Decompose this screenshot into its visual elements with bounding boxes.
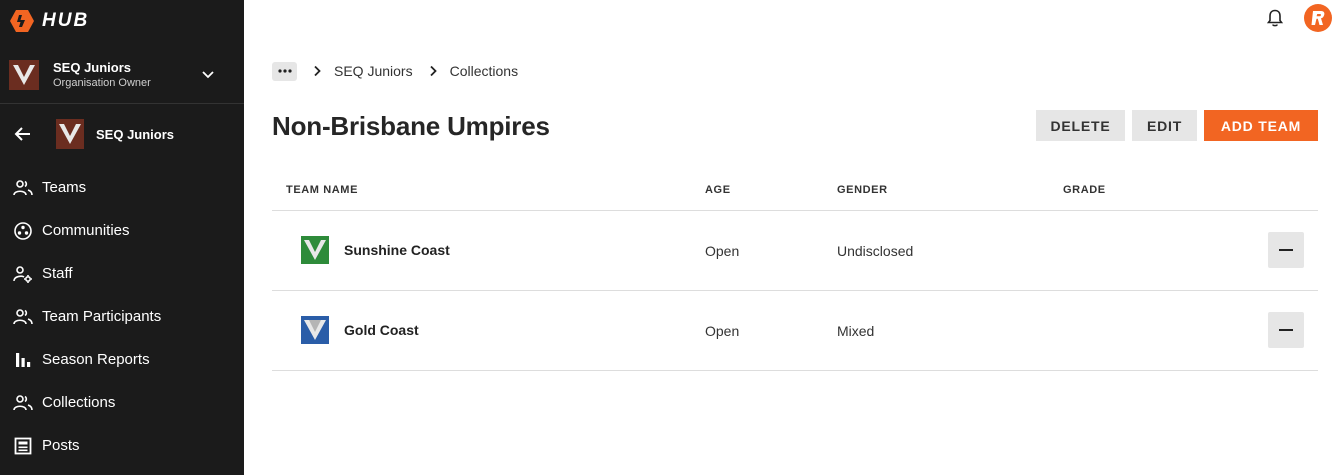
minus-icon bbox=[1279, 329, 1293, 331]
context-chevron-logo-icon bbox=[59, 124, 81, 144]
column-header-age[interactable]: AGE bbox=[705, 184, 731, 196]
team-logo bbox=[301, 236, 329, 264]
chevron-right-icon bbox=[429, 65, 437, 77]
table-header: TEAM NAME AGE GENDER GRADE bbox=[272, 170, 1318, 211]
team-logo bbox=[301, 316, 329, 344]
arrow-left-icon[interactable] bbox=[14, 125, 32, 143]
sidebar-item-label: Teams bbox=[42, 179, 87, 196]
org-logo bbox=[9, 59, 39, 90]
org-name: SEQ Juniors bbox=[53, 59, 132, 75]
team-gender: Undisclosed bbox=[837, 243, 914, 259]
bar-chart-icon bbox=[16, 352, 31, 367]
team-name[interactable]: Gold Coast bbox=[344, 322, 419, 338]
users-icon bbox=[13, 179, 33, 195]
chevron-right-icon bbox=[314, 65, 321, 77]
column-header-team-name[interactable]: TEAM NAME bbox=[286, 184, 358, 196]
column-header-gender[interactable]: GENDER bbox=[837, 184, 888, 196]
table-row[interactable]: Gold Coast Open Mixed bbox=[272, 291, 1318, 371]
org-switcher[interactable]: SEQ Juniors Organisation Owner bbox=[0, 46, 244, 104]
brand-logo[interactable]: HUB bbox=[10, 8, 89, 34]
breadcrumb-item-collections[interactable]: Collections bbox=[450, 63, 518, 79]
sidebar-item-team-participants[interactable]: Team Participants bbox=[0, 295, 244, 338]
sidebar-item-label: Season Reports bbox=[42, 351, 150, 368]
communities-icon bbox=[14, 221, 32, 240]
hub-logo-icon bbox=[10, 10, 34, 32]
more-horizontal-icon bbox=[277, 69, 292, 73]
sidebar-item-teams[interactable]: Teams bbox=[0, 166, 244, 209]
table-row[interactable]: Sunshine Coast Open Undisclosed bbox=[272, 211, 1318, 291]
sidebar-item-label: Posts bbox=[42, 437, 80, 454]
org-role: Organisation Owner bbox=[53, 76, 151, 89]
context-header: SEQ Juniors bbox=[0, 115, 244, 153]
sidebar-item-label: Team Participants bbox=[42, 308, 162, 325]
chevron-down-icon[interactable] bbox=[200, 66, 216, 82]
user-avatar[interactable] bbox=[1304, 4, 1332, 32]
bell-icon[interactable] bbox=[1265, 8, 1285, 28]
brand-text: HUB bbox=[42, 10, 90, 31]
teams-table: TEAM NAME AGE GENDER GRADE Sunshine Coas… bbox=[272, 170, 1318, 371]
context-logo bbox=[56, 119, 84, 149]
sidebar-item-label: Staff bbox=[42, 265, 73, 282]
page-title: Non-Brisbane Umpires bbox=[272, 111, 550, 141]
breadcrumb: SEQ Juniors Collections bbox=[272, 61, 518, 81]
users-icon bbox=[13, 308, 33, 324]
edit-button[interactable]: EDIT bbox=[1132, 110, 1197, 141]
team-chevron-logo-icon bbox=[304, 240, 326, 260]
sidebar-item-label: Collections bbox=[42, 394, 116, 411]
minus-icon bbox=[1279, 249, 1293, 251]
sidebar-item-collections[interactable]: Collections bbox=[0, 381, 244, 424]
sidebar-item-communities[interactable]: Communities bbox=[0, 209, 244, 252]
sidebar-item-staff[interactable]: Staff bbox=[0, 252, 244, 295]
remove-team-button[interactable] bbox=[1268, 312, 1304, 348]
posts-icon bbox=[14, 437, 32, 454]
team-age: Open bbox=[705, 323, 740, 339]
staff-icon bbox=[13, 265, 32, 283]
sidebar-item-posts[interactable]: Posts bbox=[0, 424, 244, 467]
sidebar-nav: Teams Communities Staff Team Participant… bbox=[0, 166, 244, 467]
team-age: Open bbox=[705, 243, 740, 259]
sidebar: HUB SEQ Juniors Organisation Owner SEQ J… bbox=[0, 0, 244, 475]
context-name: SEQ Juniors bbox=[96, 126, 175, 142]
sidebar-item-label: Communities bbox=[42, 222, 130, 239]
sidebar-item-season-reports[interactable]: Season Reports bbox=[0, 338, 244, 381]
users-icon bbox=[13, 394, 33, 410]
team-name[interactable]: Sunshine Coast bbox=[344, 242, 450, 258]
breadcrumb-more-button[interactable] bbox=[272, 61, 297, 81]
team-gender: Mixed bbox=[837, 323, 875, 339]
remove-team-button[interactable] bbox=[1268, 232, 1304, 268]
breadcrumb-item-seq-juniors[interactable]: SEQ Juniors bbox=[334, 63, 413, 79]
avatar-logo-icon bbox=[1311, 11, 1325, 25]
column-header-grade[interactable]: GRADE bbox=[1063, 184, 1106, 196]
delete-button[interactable]: DELETE bbox=[1036, 110, 1125, 141]
team-chevron-logo-icon bbox=[304, 320, 326, 340]
add-team-button[interactable]: ADD TEAM bbox=[1204, 110, 1318, 141]
org-chevron-logo-icon bbox=[13, 64, 35, 85]
